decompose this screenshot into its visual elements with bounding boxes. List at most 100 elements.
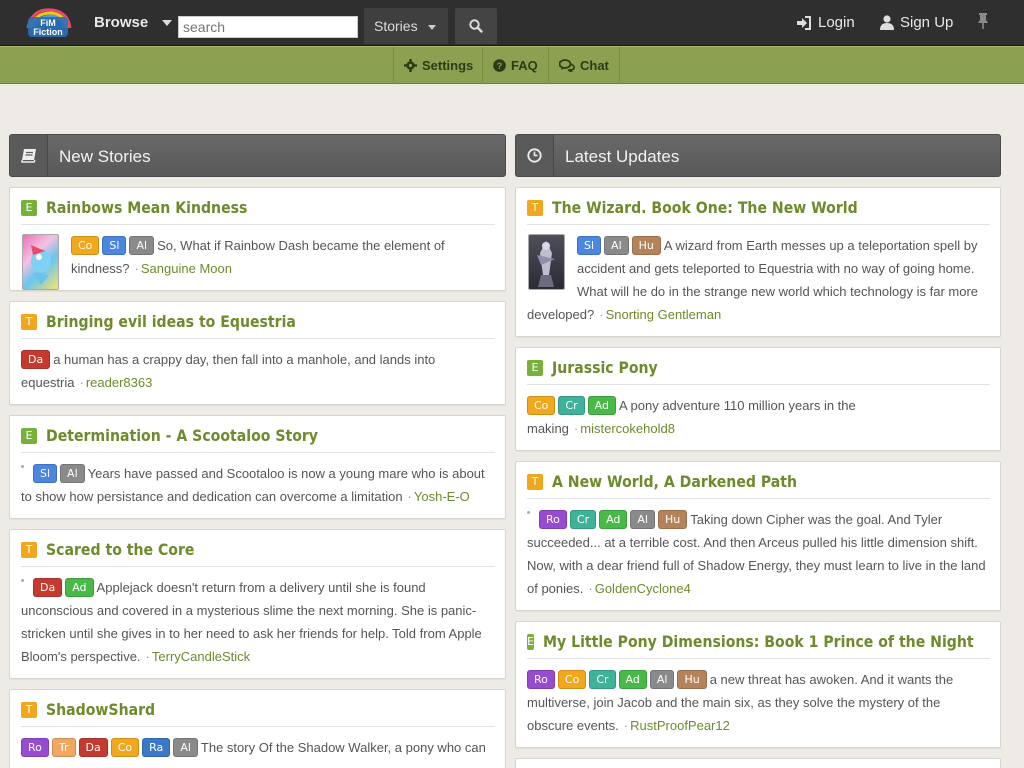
story-title-link[interactable]: A New World, A Darkened Path bbox=[552, 472, 797, 491]
latest-updates-list: T The Wizard. Book One: The New World Sl Al… bbox=[515, 187, 1001, 768]
story-title-row: T Scared to the Core bbox=[21, 540, 495, 567]
genre-tag[interactable]: Ro bbox=[539, 510, 567, 529]
login-link[interactable]: Login bbox=[796, 0, 855, 46]
genre-tag[interactable]: Al bbox=[604, 236, 629, 255]
story-title-row: T A New World, A Darkened Path bbox=[527, 472, 990, 499]
search-scope-select[interactable]: Stories bbox=[364, 8, 448, 44]
settings-label: Settings bbox=[422, 58, 474, 73]
genre-tag[interactable]: Cr bbox=[589, 670, 616, 689]
story-title-link[interactable]: My Little Pony Dimensions: Book 1 Prince… bbox=[543, 632, 974, 651]
genre-tag[interactable]: Da bbox=[33, 578, 63, 597]
story-title-link[interactable]: Bringing evil ideas to Equestria bbox=[46, 312, 296, 331]
author-link[interactable]: Snorting Gentleman bbox=[606, 307, 722, 322]
gear-icon bbox=[404, 59, 417, 72]
story-card: E Rainbows Mean Kindness Co Sl Al So, What if… bbox=[9, 187, 506, 291]
question-circle-icon: ? bbox=[493, 59, 506, 72]
author-separator: · bbox=[573, 421, 579, 436]
caret-down-icon bbox=[427, 24, 436, 30]
content-rating-badge: T bbox=[527, 473, 543, 490]
genre-tag[interactable]: Ad bbox=[65, 578, 94, 597]
sign-in-icon bbox=[797, 16, 811, 30]
story-cover-thumbnail[interactable] bbox=[22, 234, 59, 290]
latest-updates-header: Latest Updates bbox=[515, 134, 1001, 177]
thumbtack-icon bbox=[978, 13, 988, 29]
genre-tag[interactable]: Da bbox=[78, 738, 108, 757]
content-rating-badge: T bbox=[21, 541, 37, 558]
genre-tag[interactable]: Sl bbox=[102, 236, 127, 255]
settings-link[interactable]: Settings bbox=[393, 47, 483, 84]
genre-tag[interactable]: Ro bbox=[21, 738, 49, 757]
content-rating-badge: E bbox=[21, 427, 37, 444]
genre-tag[interactable]: Al bbox=[630, 510, 656, 529]
story-summary: Co Sl Al So, What if Rainbow Dash became th… bbox=[21, 234, 495, 290]
separator-dot bbox=[21, 465, 24, 468]
genre-tag[interactable]: Sl bbox=[33, 464, 58, 483]
author-link[interactable]: Yosh-E-O bbox=[414, 489, 470, 504]
genre-tag[interactable]: Ad bbox=[618, 670, 647, 689]
browse-menu[interactable]: Browse bbox=[82, 0, 184, 46]
genre-tag[interactable]: Al bbox=[60, 464, 85, 483]
genre-tag[interactable]: Hu bbox=[658, 510, 688, 529]
author-link[interactable]: TerryCandleStick bbox=[152, 649, 250, 664]
search-button[interactable] bbox=[455, 8, 497, 44]
author-separator: · bbox=[145, 649, 150, 664]
content-rating-badge: T bbox=[21, 313, 37, 330]
story-description: The story Of the Shadow Walker, a pony w… bbox=[200, 740, 486, 755]
genre-tag[interactable]: Ad bbox=[587, 396, 616, 415]
genre-tag[interactable]: Al bbox=[173, 738, 198, 757]
story-title-link[interactable]: Rainbows Mean Kindness bbox=[46, 198, 247, 217]
chat-label: Chat bbox=[580, 58, 609, 73]
new-stories-list: E Rainbows Mean Kindness Co Sl Al So, What if… bbox=[9, 187, 506, 768]
pin-navbar-button[interactable] bbox=[976, 13, 990, 32]
user-icon bbox=[880, 15, 894, 30]
site-logo[interactable]: FiM Fiction bbox=[22, 6, 74, 40]
chat-link[interactable]: Chat bbox=[548, 47, 620, 84]
genre-tag[interactable]: Co bbox=[557, 670, 587, 689]
story-title-row: E Rainbows Mean Kindness bbox=[21, 198, 495, 225]
story-summary: Sl Al Hu A wizard from Earth messes up a te… bbox=[527, 234, 990, 326]
genre-tag[interactable]: Sl bbox=[577, 236, 602, 255]
login-label: Login bbox=[818, 14, 855, 31]
content-rating-badge: T bbox=[21, 701, 37, 718]
story-card-partial bbox=[515, 758, 1001, 768]
story-title-link[interactable]: Determination - A Scootaloo Story bbox=[46, 426, 318, 445]
author-link[interactable]: GoldenCyclone4 bbox=[595, 581, 691, 596]
story-title-link[interactable]: ShadowShard bbox=[46, 700, 155, 719]
story-summary: Da a human has a crappy day, then fall in… bbox=[21, 348, 495, 394]
new-stories-column: New Stories E Rainbows Mean Kindness Co Sl A… bbox=[9, 134, 506, 768]
author-separator: · bbox=[623, 718, 629, 733]
genre-tag[interactable]: Cr bbox=[558, 396, 585, 415]
genre-tag[interactable]: Cr bbox=[569, 510, 597, 529]
genre-tag[interactable]: Ra bbox=[142, 738, 171, 757]
signup-link[interactable]: Sign Up bbox=[880, 0, 953, 46]
story-cover-thumbnail[interactable] bbox=[528, 234, 565, 290]
story-card: T Bringing evil ideas to Equestria Da a hum… bbox=[9, 301, 506, 405]
genre-tag[interactable]: Co bbox=[110, 738, 140, 757]
genre-tag[interactable]: Al bbox=[129, 236, 155, 255]
genre-tag[interactable]: Ro bbox=[527, 670, 555, 689]
story-summary: Co Cr Ad A pony adventure 110 million years… bbox=[527, 394, 990, 440]
genre-tag[interactable]: Co bbox=[71, 236, 100, 255]
genre-tag[interactable]: Hu bbox=[631, 236, 661, 255]
story-summary: Sl Al Years have passed and Scootaloo is n… bbox=[21, 462, 495, 508]
genre-tag[interactable]: Ad bbox=[599, 510, 628, 529]
faq-link[interactable]: ? FAQ bbox=[482, 47, 548, 84]
author-link[interactable]: RustProofPear12 bbox=[630, 718, 730, 733]
genre-tag[interactable]: Tr bbox=[51, 738, 76, 757]
genre-tag[interactable]: Co bbox=[527, 396, 556, 415]
author-separator: · bbox=[134, 261, 139, 276]
search-input[interactable] bbox=[178, 16, 358, 38]
logo-text-fiction: Fiction bbox=[33, 27, 63, 37]
author-link[interactable]: reader8363 bbox=[86, 375, 153, 390]
author-link[interactable]: mistercokehold8 bbox=[580, 421, 675, 436]
story-title-link[interactable]: The Wizard. Book One: The New World bbox=[552, 198, 858, 217]
story-title-link[interactable]: Scared to the Core bbox=[46, 540, 194, 559]
story-title-row: T Bringing evil ideas to Equestria bbox=[21, 312, 495, 339]
genre-tag[interactable]: Da bbox=[21, 350, 51, 369]
author-link[interactable]: Sanguine Moon bbox=[141, 261, 232, 276]
book-icon bbox=[10, 135, 48, 176]
story-title-link[interactable]: Jurassic Pony bbox=[552, 358, 658, 377]
genre-tag[interactable]: Al bbox=[649, 670, 675, 689]
content-rating-badge: E bbox=[21, 199, 37, 216]
genre-tag[interactable]: Hu bbox=[677, 670, 707, 689]
